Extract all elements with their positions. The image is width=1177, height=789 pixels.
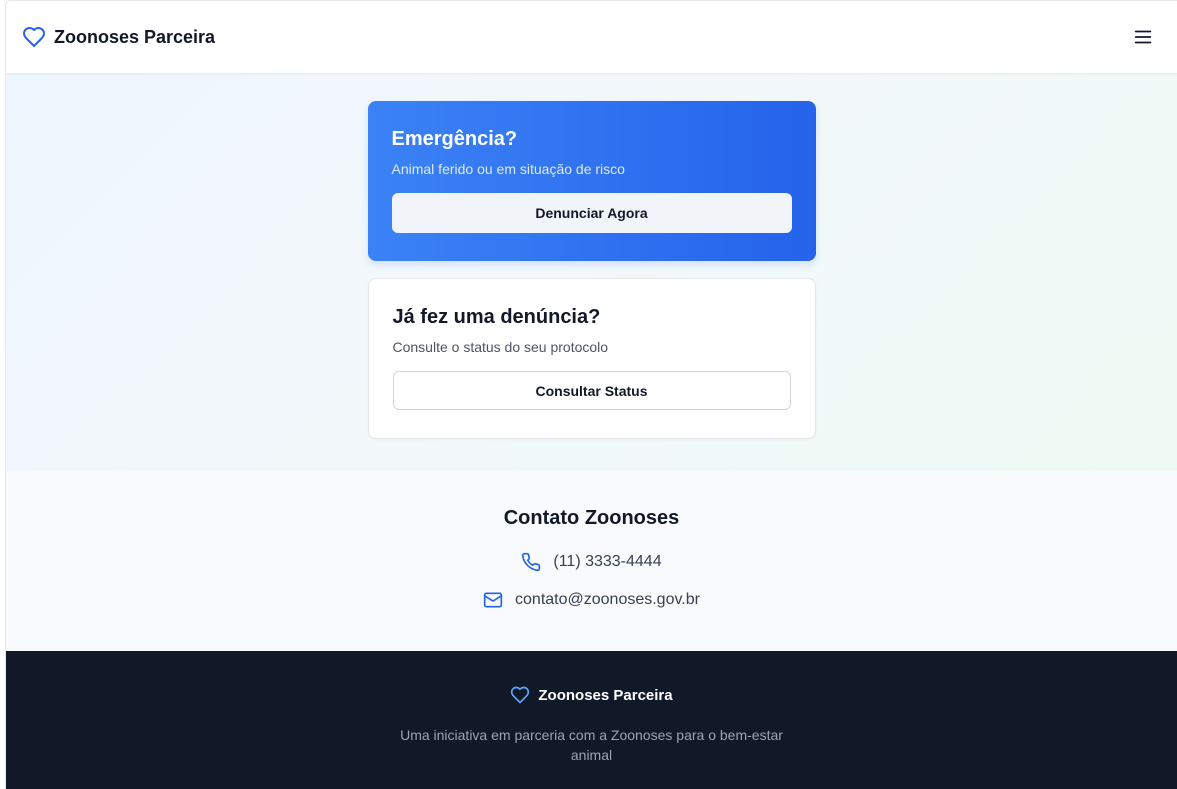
status-card: Já fez uma denúncia? Consulte o status d… <box>367 278 816 439</box>
brand-name: Zoonoses Parceira <box>54 26 216 47</box>
emergency-subtitle: Animal ferido ou em situação de risco <box>391 161 625 177</box>
app-frame: Zoonoses Parceira Emergência? Animal fer… <box>5 0 1177 789</box>
phone-number: (11) 3333-4444 <box>553 553 662 570</box>
email-address: contato@zoonoses.gov.br <box>515 591 700 608</box>
emergency-title: Emergência? <box>391 128 518 150</box>
footer: Zoonoses Parceira Uma iniciativa em parc… <box>6 651 1177 789</box>
phone-icon <box>521 552 541 572</box>
status-title: Já fez uma denúncia? <box>392 306 601 328</box>
hero-section: Emergência? Animal ferido ou em situação… <box>6 74 1177 471</box>
heart-icon <box>22 25 46 49</box>
menu-icon <box>1132 26 1154 48</box>
report-now-button[interactable]: Denunciar Agora <box>391 193 792 233</box>
contact-title: Contato Zoonoses <box>503 507 680 529</box>
contact-phone[interactable]: (11) 3333-4444 <box>6 552 1177 572</box>
status-subtitle: Consulte o status do seu protocolo <box>392 339 609 355</box>
menu-button[interactable] <box>1131 25 1155 49</box>
contact-email[interactable]: contato@zoonoses.gov.br <box>6 590 1177 610</box>
footer-description: Uma iniciativa em parceria com a Zoonose… <box>400 727 783 763</box>
mail-icon <box>483 590 503 610</box>
check-status-button[interactable]: Consultar Status <box>392 371 791 410</box>
footer-brand: Zoonoses Parceira <box>6 685 1177 705</box>
top-header: Zoonoses Parceira <box>6 1 1177 74</box>
heart-icon <box>510 685 530 705</box>
contact-section: Contato Zoonoses (11) 3333-4444 contato@… <box>6 471 1177 651</box>
footer-brand-name: Zoonoses Parceira <box>538 686 673 704</box>
emergency-card: Emergência? Animal ferido ou em situação… <box>367 101 816 261</box>
brand[interactable]: Zoonoses Parceira <box>22 25 215 49</box>
